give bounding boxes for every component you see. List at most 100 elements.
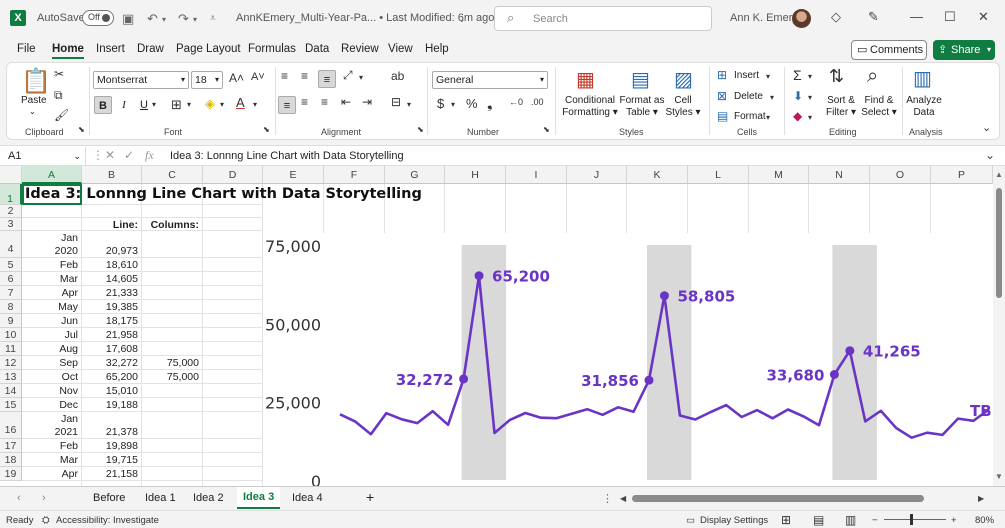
add-sheet-icon[interactable]: +	[366, 489, 374, 505]
tab-insert[interactable]: Insert	[96, 43, 125, 55]
orientation-icon[interactable]: ⤢	[343, 68, 353, 83]
cell-b-value[interactable]: 18,610	[82, 259, 138, 271]
column-header-g[interactable]: G	[385, 166, 445, 184]
avatar[interactable]	[792, 9, 811, 28]
autosum-icon[interactable]: Σ	[793, 67, 802, 83]
cell-b-value[interactable]: 20,973	[82, 245, 138, 257]
align-center-icon[interactable]: ≡	[301, 95, 308, 109]
cell-b-value[interactable]: 21,958	[82, 329, 138, 341]
cell-b-value[interactable]: 19,188	[82, 399, 138, 411]
tab-page-layout[interactable]: Page Layout	[176, 43, 241, 55]
tab-review[interactable]: Review	[341, 43, 379, 55]
header-columns-cell[interactable]: Columns:	[142, 219, 199, 231]
conditional-formatting-button[interactable]: Formatting ▾	[559, 107, 621, 119]
pen-icon[interactable]: ✎	[868, 9, 879, 25]
column-header-h[interactable]: H	[445, 166, 506, 184]
row-header-5[interactable]: 5	[0, 258, 22, 272]
cell-b-value[interactable]: 15,010	[82, 385, 138, 397]
row-header-11[interactable]: 11	[0, 342, 22, 356]
format-as-table-button[interactable]: Table ▾	[618, 107, 666, 119]
sheet-tab-idea-3[interactable]: Idea 3	[237, 487, 281, 509]
cell-b-value[interactable]: 21,158	[82, 468, 138, 480]
format-as-label[interactable]: Format as	[618, 95, 666, 107]
undo-dropdown-icon[interactable]: ▾	[162, 15, 166, 24]
align-top-icon[interactable]: ≡	[281, 69, 288, 83]
delete-cells-button[interactable]: Delete	[734, 91, 763, 103]
paste-icon[interactable]: 📋	[21, 67, 51, 96]
row-header-1[interactable]: 1	[0, 184, 22, 205]
cell-a-month[interactable]: Apr	[22, 287, 78, 299]
comments-button[interactable]: ▭ Comments	[851, 40, 927, 60]
collapse-ribbon-icon[interactable]: ⌄	[982, 121, 991, 134]
borders-icon[interactable]: ⊞	[171, 97, 182, 113]
clear-dropdown-icon[interactable]: ▾	[808, 113, 812, 122]
column-header-e[interactable]: E	[263, 166, 324, 184]
column-header-n[interactable]: N	[809, 166, 870, 184]
row-header-18[interactable]: 18	[0, 453, 22, 467]
row-header-15[interactable]: 15	[0, 398, 22, 412]
sheet-tab-idea-4[interactable]: Idea 4	[292, 492, 323, 504]
cell-b-value[interactable]: 65,200	[82, 371, 138, 383]
cell-a-month[interactable]: Dec	[22, 399, 78, 411]
tab-view[interactable]: View	[388, 43, 413, 55]
decrease-indent-icon[interactable]: ⇤	[341, 95, 351, 109]
accessibility-status[interactable]: Accessibility: Investigate	[56, 515, 159, 526]
cell-b-value[interactable]: 19,385	[82, 301, 138, 313]
orientation-dropdown-icon[interactable]: ▾	[359, 73, 363, 82]
underline-button[interactable]: U	[135, 96, 153, 114]
tab-formulas[interactable]: Formulas	[248, 43, 296, 55]
format-dropdown-icon[interactable]: ▾	[766, 113, 770, 122]
format-as-table-icon[interactable]: ▤	[631, 67, 650, 92]
column-header-o[interactable]: O	[870, 166, 931, 184]
delete-dropdown-icon[interactable]: ▾	[770, 93, 774, 102]
tab-data[interactable]: Data	[305, 43, 329, 55]
scroll-up-icon[interactable]: ▲	[995, 170, 1003, 179]
row-header-3[interactable]: 3	[0, 218, 22, 231]
horizontal-scroll-thumb[interactable]	[632, 495, 924, 502]
row-header-19[interactable]: 19	[0, 467, 22, 481]
format-cells-icon[interactable]: ▤	[717, 109, 728, 123]
search-box[interactable]: ⌕ Search	[494, 6, 712, 31]
sheet-title-cell[interactable]: Idea 3: Lonnng Line Chart with Data Stor…	[25, 186, 422, 202]
insert-dropdown-icon[interactable]: ▾	[766, 72, 770, 81]
increase-font-icon[interactable]: A˄	[229, 71, 244, 85]
clipboard-launcher-icon[interactable]: ⬊	[78, 125, 85, 134]
formula-input[interactable]: Idea 3: Lonnng Line Chart with Data Stor…	[170, 150, 404, 162]
analyze-data-button[interactable]: Data	[905, 107, 943, 119]
cell-b-value[interactable]: 21,378	[82, 426, 138, 438]
format-cells-button[interactable]: Format	[734, 111, 766, 123]
sheet-tab-idea-2[interactable]: Idea 2	[193, 492, 224, 504]
title-dropdown-icon[interactable]: ⌄	[458, 14, 466, 25]
column-header-i[interactable]: I	[506, 166, 567, 184]
row-header-10[interactable]: 10	[0, 328, 22, 342]
borders-dropdown-icon[interactable]: ▾	[187, 100, 191, 109]
cell-b-value[interactable]: 14,605	[82, 273, 138, 285]
fill-dropdown-icon[interactable]: ▾	[808, 93, 812, 102]
align-left-button[interactable]: ≡	[278, 96, 296, 114]
cell-a-month[interactable]: 2020	[22, 245, 78, 257]
row-header-13[interactable]: 13	[0, 370, 22, 384]
next-sheet-icon[interactable]: ›	[42, 492, 46, 504]
column-header-k[interactable]: K	[627, 166, 688, 184]
scroll-down-icon[interactable]: ▼	[995, 472, 1003, 481]
more-icon[interactable]: ⋮	[92, 148, 104, 162]
cell-label[interactable]: Cell	[665, 95, 701, 107]
customize-toolbar-icon[interactable]: ⩡	[210, 13, 216, 24]
insert-cells-button[interactable]: Insert	[734, 70, 759, 82]
vertical-scroll-thumb[interactable]	[996, 188, 1002, 298]
fill-dropdown-icon[interactable]: ▾	[220, 100, 224, 109]
wrap-text-icon[interactable]: ab	[391, 69, 404, 83]
cell-a-label[interactable]: Jan	[22, 232, 78, 244]
expand-formula-icon[interactable]: ⌄	[985, 148, 995, 162]
number-format-combo[interactable]: General ▾	[432, 71, 548, 89]
tab-draw[interactable]: Draw	[137, 43, 164, 55]
cell-a-month[interactable]: Feb	[22, 259, 78, 271]
name-box[interactable]: A1 ⌄	[4, 147, 86, 165]
cell-a-month[interactable]: Oct	[22, 371, 78, 383]
font-color-dropdown-icon[interactable]: ▾	[253, 100, 257, 109]
insert-function-icon[interactable]: fx	[145, 148, 154, 163]
insert-cells-icon[interactable]: ⊞	[717, 68, 727, 82]
column-header-m[interactable]: M	[749, 166, 809, 184]
redo-icon[interactable]: ↷	[178, 11, 189, 27]
increase-decimal-icon[interactable]: ←0	[509, 97, 523, 107]
